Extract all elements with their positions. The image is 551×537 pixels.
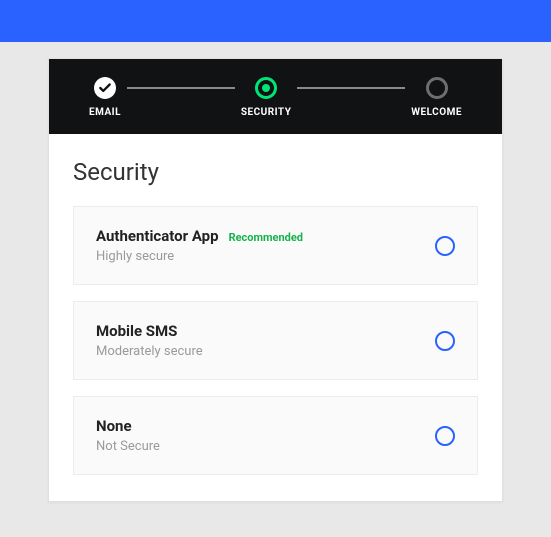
step-label: EMAIL xyxy=(89,107,121,118)
active-step-icon xyxy=(255,77,277,99)
page-title: Security xyxy=(73,158,478,186)
top-bar xyxy=(0,0,551,42)
option-subtitle: Moderately secure xyxy=(96,344,435,359)
step-label: WELCOME xyxy=(411,107,462,118)
content: Security Authenticator App Recommended H… xyxy=(49,134,502,501)
step-welcome: WELCOME xyxy=(411,77,462,118)
stepper: EMAIL SECURITY WELCOME xyxy=(49,59,502,134)
step-connector xyxy=(127,87,235,89)
step-connector xyxy=(297,87,405,89)
option-subtitle: Not Secure xyxy=(96,439,435,454)
radio-icon[interactable] xyxy=(435,331,455,351)
step-email: EMAIL xyxy=(89,77,121,118)
check-icon xyxy=(94,77,116,99)
option-title: Mobile SMS xyxy=(96,322,177,340)
option-text: None Not Secure xyxy=(96,417,435,454)
option-subtitle: Highly secure xyxy=(96,249,435,264)
step-security: SECURITY xyxy=(241,77,292,118)
option-mobile-sms[interactable]: Mobile SMS Moderately secure xyxy=(73,301,478,380)
step-label: SECURITY xyxy=(241,107,292,118)
option-none[interactable]: None Not Secure xyxy=(73,396,478,475)
option-title: Authenticator App xyxy=(96,227,219,245)
radio-icon[interactable] xyxy=(435,426,455,446)
option-text: Mobile SMS Moderately secure xyxy=(96,322,435,359)
recommended-badge: Recommended xyxy=(229,231,303,244)
radio-icon[interactable] xyxy=(435,236,455,256)
upcoming-step-icon xyxy=(426,77,448,99)
option-authenticator-app[interactable]: Authenticator App Recommended Highly sec… xyxy=(73,206,478,285)
option-title: None xyxy=(96,417,132,435)
security-card: EMAIL SECURITY WELCOME Security Authenti… xyxy=(48,58,503,502)
option-text: Authenticator App Recommended Highly sec… xyxy=(96,227,435,264)
